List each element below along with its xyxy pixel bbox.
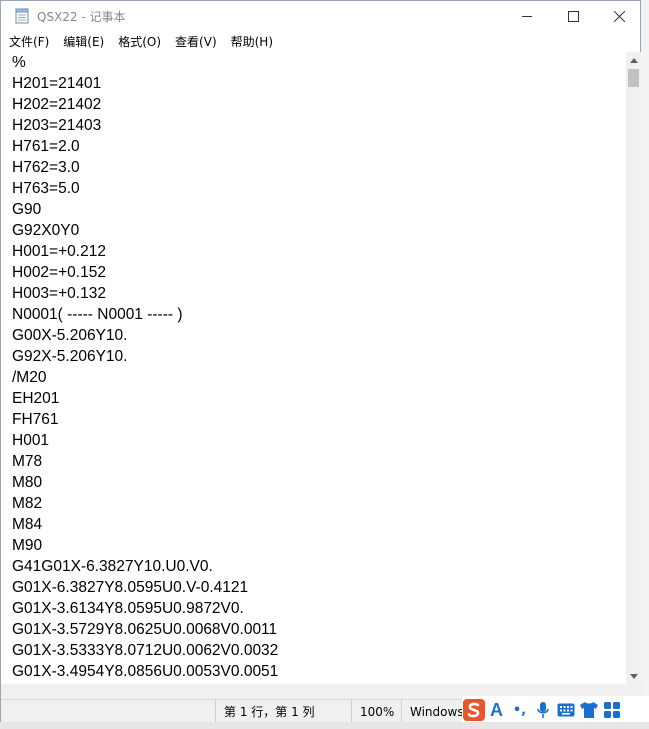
text-line: H203=21403	[12, 117, 102, 134]
menu-help[interactable]: 帮助(H)	[225, 33, 279, 50]
menu-bar: 文件(F) 编辑(E) 格式(O) 查看(V) 帮助(H)	[1, 31, 640, 51]
menu-edit[interactable]: 编辑(E)	[57, 33, 110, 50]
scroll-up-button[interactable]	[626, 52, 641, 68]
menu-format[interactable]: 格式(O)	[112, 33, 167, 50]
desktop-background-right	[641, 0, 649, 729]
soft-keyboard-button[interactable]	[554, 698, 577, 722]
text-line: H201=21401	[12, 75, 102, 92]
taskbar-edge	[0, 722, 649, 729]
text-line: %	[12, 54, 26, 71]
window-title: QSX22 - 记事本	[37, 10, 126, 24]
text-line: G01X-3.4954Y8.0856U0.0053V0.0051	[12, 663, 279, 680]
scrollbar-thumb[interactable]	[628, 69, 639, 87]
sogou-ime-logo-icon[interactable]	[462, 698, 485, 722]
ime-mode-label: A	[490, 699, 503, 720]
minimize-icon	[521, 15, 532, 17]
maximize-icon	[567, 10, 579, 22]
punctuation-label: •,	[512, 702, 527, 718]
minimize-button[interactable]	[504, 1, 550, 31]
chevron-up-icon	[629, 57, 638, 63]
ime-toolbar: A •,	[462, 696, 649, 724]
close-icon	[613, 10, 625, 22]
text-line: G01X-3.6134Y8.0595U0.9872V0.	[12, 600, 244, 617]
menu-view[interactable]: 查看(V)	[169, 33, 223, 50]
text-line: H761=2.0	[12, 138, 80, 155]
text-line: M90	[12, 537, 43, 554]
toolbox-button[interactable]	[600, 698, 623, 722]
keyboard-icon	[557, 703, 574, 717]
notepad-window: QSX22 - 记事本 文件(F) 编辑(E) 格式(O) 查看(V) 帮助(H…	[0, 0, 642, 724]
punctuation-toggle-button[interactable]: •,	[508, 698, 531, 722]
text-line: H762=3.0	[12, 159, 80, 176]
voice-input-button[interactable]	[531, 698, 554, 722]
grid-apps-icon	[603, 702, 620, 718]
text-line: G92X-5.206Y10.	[12, 348, 128, 365]
text-line: /M20	[12, 369, 47, 386]
text-line: EH201	[12, 390, 60, 407]
text-line: H002=+0.152	[12, 264, 106, 281]
close-button[interactable]	[596, 1, 642, 31]
zoom-level: 100%	[351, 700, 402, 724]
text-line: G90	[12, 201, 42, 218]
text-line: G01X-6.3827Y8.0595U0.V-0.4121	[12, 579, 249, 596]
text-line: H003=+0.132	[12, 285, 106, 302]
text-line: M80	[12, 474, 43, 491]
text-line: G01X-3.5729Y8.0625U0.0068V0.0011	[12, 621, 278, 638]
text-line: G01X-3.5333Y8.0712U0.0062V0.0032	[12, 642, 279, 659]
scroll-down-button[interactable]	[626, 668, 641, 684]
text-line: H001=+0.212	[12, 243, 106, 260]
text-line: G92X0Y0	[12, 222, 80, 239]
text-line: N0001( ----- N0001 ----- )	[12, 306, 183, 323]
text-line: M82	[12, 495, 43, 512]
notepad-app-icon	[15, 8, 29, 24]
vertical-scrollbar[interactable]	[626, 52, 641, 684]
skin-button[interactable]	[577, 698, 600, 722]
text-line: G41G01X-6.3827Y10.U0.V0.	[12, 558, 213, 575]
title-bar[interactable]: QSX22 - 记事本	[1, 1, 640, 31]
menu-file[interactable]: 文件(F)	[3, 33, 55, 50]
microphone-icon	[536, 702, 549, 718]
text-editor-area[interactable]: % H201=21401 H202=21402 H203=21403 H761=2.0 H…	[7, 52, 626, 684]
text-line: G00X-5.206Y10.	[12, 327, 128, 344]
text-line: M78	[12, 453, 43, 470]
text-line: H001	[12, 432, 50, 449]
text-line: FH761	[12, 411, 59, 428]
text-line: H763=5.0	[12, 180, 80, 197]
ime-mode-button[interactable]: A	[485, 698, 508, 722]
text-line: M84	[12, 516, 43, 533]
line-ending: Windows	[401, 700, 470, 724]
maximize-button[interactable]	[550, 1, 596, 31]
tshirt-icon	[579, 702, 598, 718]
cursor-position: 第 1 行，第 1 列	[215, 700, 348, 724]
chevron-down-icon	[629, 673, 638, 679]
text-line: H202=21402	[12, 96, 102, 113]
